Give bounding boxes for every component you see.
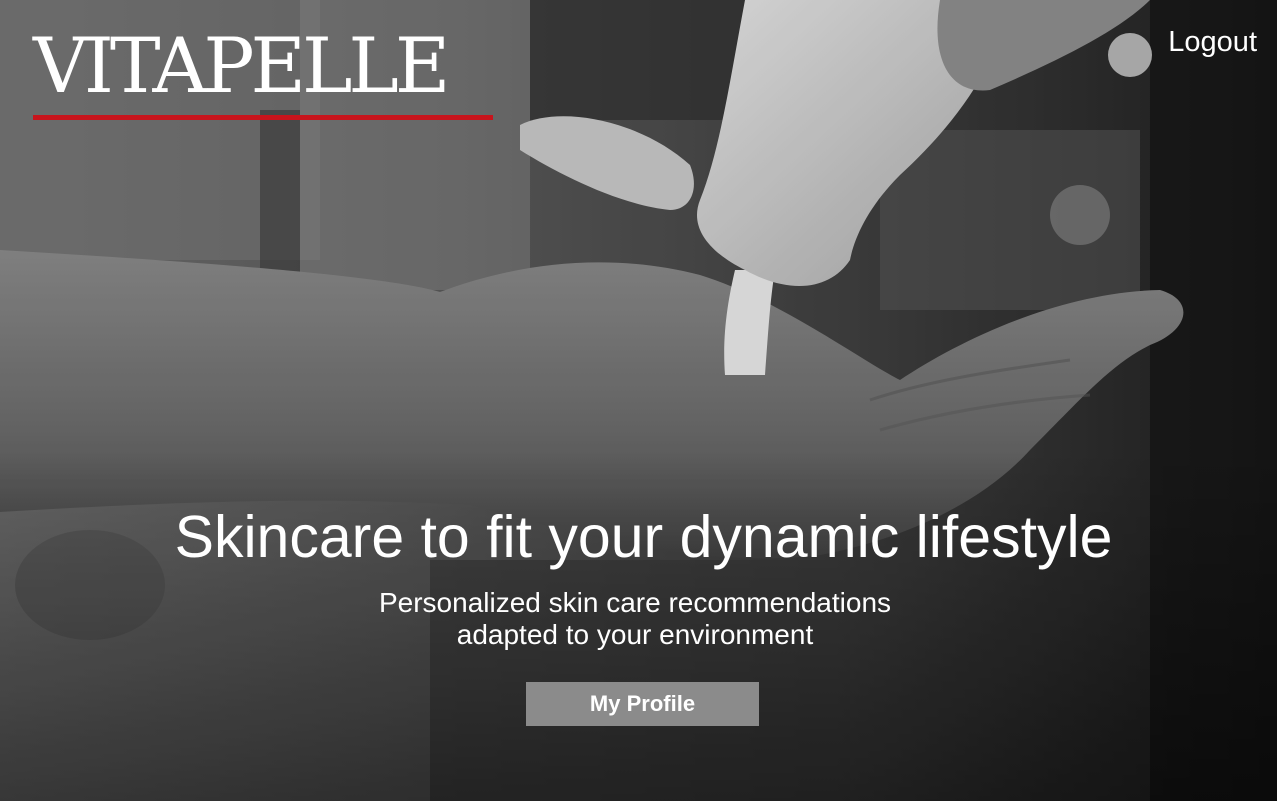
brand-name: VITAPELLE bbox=[33, 21, 450, 110]
my-profile-button[interactable]: My Profile bbox=[526, 682, 759, 726]
brand-underline bbox=[33, 115, 493, 120]
logout-link[interactable]: Logout bbox=[1168, 24, 1257, 60]
hero-headline: Skincare to fit your dynamic lifestyle bbox=[174, 504, 1113, 570]
hero-subhead-line: adapted to your environment bbox=[456, 619, 814, 650]
brand-logo[interactable]: VITAPELLE bbox=[33, 22, 493, 120]
hero-section: VITAPELLE Logout Skincare to fit your dy… bbox=[0, 0, 1277, 801]
hero-background-image bbox=[0, 0, 1277, 801]
hero-subhead: Personalized skin care recommendations a… bbox=[0, 587, 1270, 651]
hero-subhead-line: Personalized skin care recommendations bbox=[378, 587, 892, 618]
